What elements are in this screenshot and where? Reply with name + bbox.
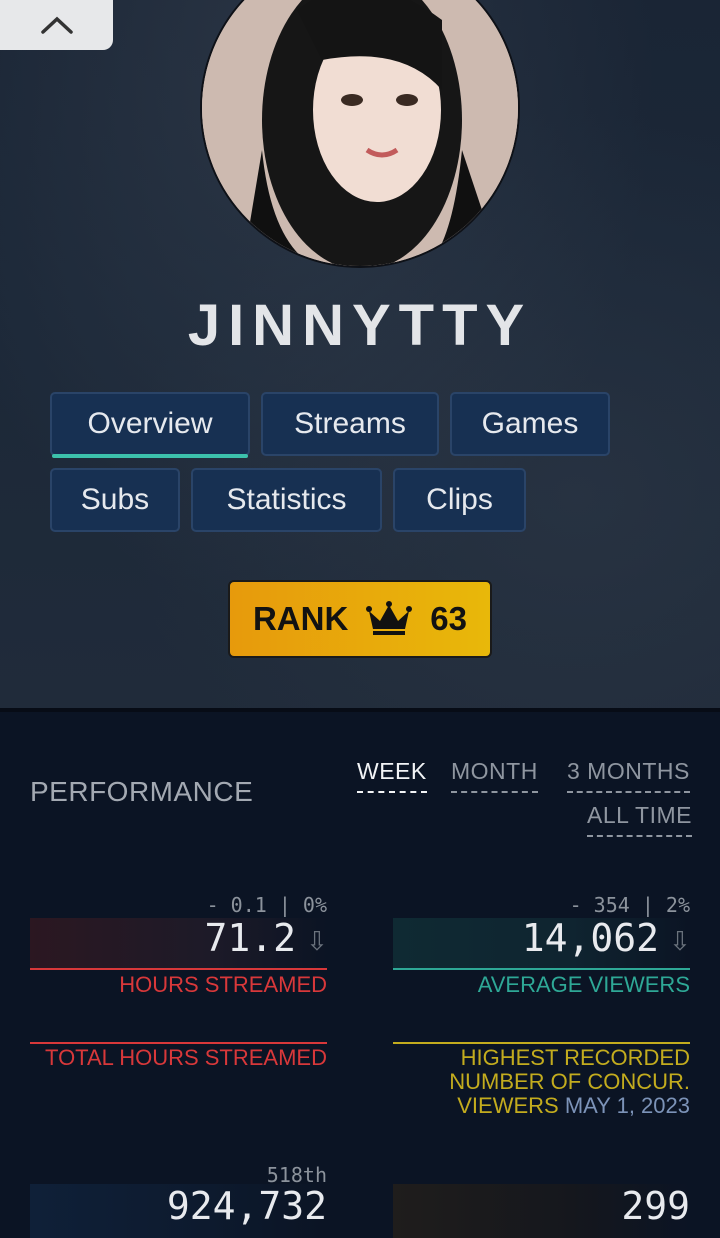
collapse-button[interactable]	[0, 0, 113, 50]
average-viewers-delta: - 354 | 2%	[569, 893, 690, 917]
peak-viewers-value: 299	[621, 1184, 690, 1228]
total-hours-overline	[30, 1042, 327, 1044]
tab-streams[interactable]: Streams	[261, 392, 439, 456]
period-week[interactable]: WEEK	[357, 758, 427, 793]
total-hours-label: TOTAL HOURS STREAMED	[45, 1045, 327, 1070]
average-viewers-value: 14,062	[521, 916, 659, 960]
chevron-up-icon	[40, 16, 73, 34]
peak-viewers-overline	[393, 1042, 690, 1044]
peak-viewers-date: MAY 1, 2023	[564, 1093, 690, 1118]
period-month[interactable]: MONTH	[451, 758, 538, 793]
average-viewers-underline	[393, 968, 690, 970]
hours-streamed-underline	[30, 968, 327, 970]
rank-value: 63	[430, 600, 468, 637]
total-hours-value: 924,732	[166, 1184, 327, 1228]
performance-title: PERFORMANCE	[30, 776, 254, 807]
hours-streamed-value: 71.2	[204, 916, 296, 960]
rank-label: RANK	[252, 600, 349, 637]
profile-name: JINNYTTY	[187, 293, 533, 358]
hours-streamed-label: HOURS STREAMED	[119, 972, 327, 997]
rank-badge: RANK 63	[228, 580, 492, 658]
arrow-down-icon: ⇩	[669, 926, 691, 956]
tab-overview[interactable]: Overview	[50, 392, 250, 458]
period-all-time[interactable]: ALL TIME	[587, 802, 692, 837]
tab-clips[interactable]: Clips	[393, 468, 526, 532]
peak-viewers-label: HIGHEST RECORDED NUMBER OF CONCUR. VIEWE…	[393, 1046, 690, 1118]
tab-games[interactable]: Games	[450, 392, 610, 456]
tab-statistics[interactable]: Statistics	[191, 468, 382, 532]
average-viewers-label: AVERAGE VIEWERS	[477, 972, 690, 997]
period-3-months[interactable]: 3 MONTHS	[567, 758, 690, 793]
avatar	[200, 0, 520, 268]
hours-streamed-delta: - 0.1 | 0%	[206, 893, 327, 917]
arrow-down-icon: ⇩	[306, 926, 328, 956]
tab-subs[interactable]: Subs	[50, 468, 180, 532]
crown-icon	[366, 601, 413, 635]
